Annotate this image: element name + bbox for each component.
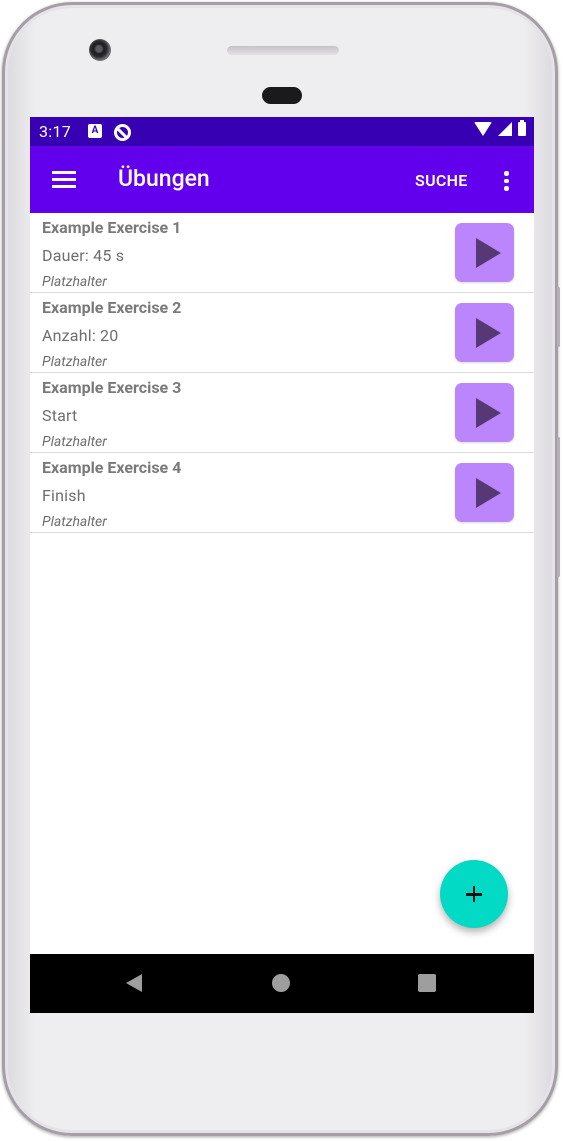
exercise-item-2[interactable]: Example Exercise 2 Anzahl: 20 Platzhalte…: [30, 293, 534, 373]
phone-frame: 3:17 A Übungen SUCHE Example Exercise 1 …: [2, 2, 560, 1136]
exercise-item-3[interactable]: Example Exercise 3 Start Platzhalter: [30, 373, 534, 453]
status-bar: 3:17 A: [30, 117, 534, 146]
power-button: [557, 287, 560, 347]
play-button[interactable]: [455, 303, 514, 362]
exercise-name: Example Exercise 4: [42, 458, 182, 477]
play-button[interactable]: [455, 383, 514, 442]
exercise-detail: Dauer: 45 s: [42, 246, 125, 265]
add-exercise-button[interactable]: [440, 860, 508, 928]
exercise-name: Example Exercise 3: [42, 378, 182, 397]
status-time: 3:17: [39, 122, 72, 141]
search-button[interactable]: SUCHE: [415, 171, 468, 190]
exercise-note: Platzhalter: [42, 354, 107, 370]
notification-a-icon: A: [88, 124, 102, 138]
more-vert-icon[interactable]: [503, 170, 509, 192]
data-saver-icon: [114, 124, 131, 141]
hamburger-menu-icon[interactable]: [52, 170, 76, 188]
battery-icon: [518, 120, 526, 136]
exercise-note: Platzhalter: [42, 434, 107, 450]
exercise-note: Platzhalter: [42, 514, 107, 530]
exercise-note: Platzhalter: [42, 274, 107, 290]
exercise-item-4[interactable]: Example Exercise 4 Finish Platzhalter: [30, 453, 534, 533]
exercise-detail: Finish: [42, 486, 86, 505]
status-icons: [474, 120, 526, 136]
app-bar: Übungen SUCHE: [30, 146, 534, 213]
earpiece-speaker: [227, 46, 339, 55]
recents-icon[interactable]: [418, 974, 436, 992]
device-screen: 3:17 A Übungen SUCHE Example Exercise 1 …: [30, 117, 534, 1013]
exercise-name: Example Exercise 2: [42, 298, 182, 317]
home-icon[interactable]: [272, 974, 290, 992]
play-button[interactable]: [455, 223, 514, 282]
volume-button: [557, 437, 560, 577]
wifi-icon: [474, 122, 492, 136]
front-camera: [89, 39, 111, 61]
system-nav-bar: [30, 954, 534, 1013]
back-icon[interactable]: [126, 974, 142, 992]
exercise-detail: Start: [42, 406, 78, 425]
exercise-list: Example Exercise 1 Dauer: 45 s Platzhalt…: [30, 213, 534, 533]
page-title: Übungen: [118, 165, 210, 192]
exercise-name: Example Exercise 1: [42, 218, 182, 237]
exercise-item-1[interactable]: Example Exercise 1 Dauer: 45 s Platzhalt…: [30, 213, 534, 293]
exercise-detail: Anzahl: 20: [42, 326, 119, 345]
proximity-sensor: [262, 87, 302, 104]
play-button[interactable]: [455, 463, 514, 522]
cell-signal-icon: [498, 122, 512, 136]
